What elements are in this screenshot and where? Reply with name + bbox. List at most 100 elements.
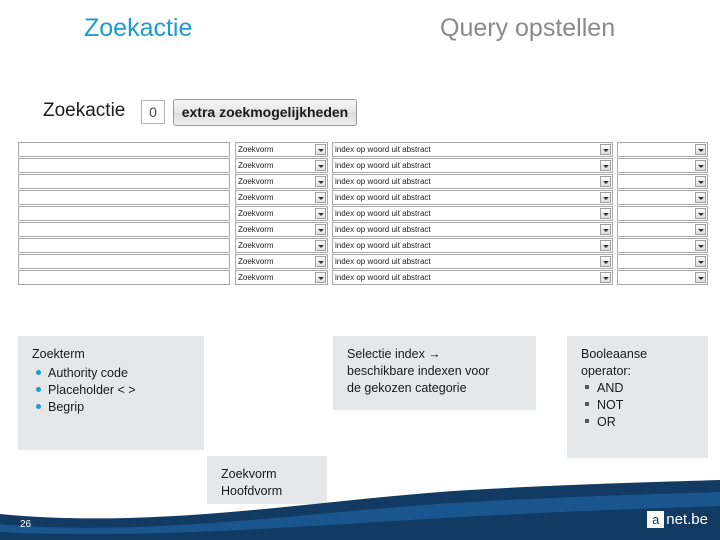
keyword-input[interactable]: [18, 206, 230, 221]
index-select[interactable]: index op woord uit abstract: [332, 222, 613, 237]
search-form-select[interactable]: Zoekvorm: [235, 238, 328, 253]
index-select[interactable]: index op woord uit abstract: [332, 142, 613, 157]
annotation-zoekterm: Zoekterm Authority code Placeholder < > …: [18, 336, 204, 450]
table-row: Zoekvorm index op woord uit abstract: [18, 270, 708, 286]
brand-letter-icon: a: [647, 511, 665, 528]
chevron-down-icon[interactable]: [695, 272, 706, 283]
chevron-down-icon[interactable]: [695, 144, 706, 155]
chevron-down-icon[interactable]: [315, 240, 326, 251]
list-item-label: Authority code: [48, 366, 128, 380]
chevron-down-icon[interactable]: [315, 208, 326, 219]
search-form-select[interactable]: Zoekvorm: [235, 174, 328, 189]
chevron-down-icon[interactable]: [600, 224, 611, 235]
slide-number: 26: [20, 519, 32, 530]
footer-wave-graphic: [0, 480, 720, 540]
page-title-right: Query opstellen: [440, 14, 616, 42]
search-form-select[interactable]: Zoekvorm: [235, 270, 328, 285]
bullet-icon: [36, 370, 41, 375]
chevron-down-icon[interactable]: [315, 176, 326, 187]
chevron-down-icon[interactable]: [695, 176, 706, 187]
list-item-label: AND: [597, 381, 624, 395]
boolean-operator-select[interactable]: [617, 254, 708, 269]
list-item: AND: [585, 380, 696, 397]
chevron-down-icon[interactable]: [695, 160, 706, 171]
search-form-select[interactable]: Zoekvorm: [235, 158, 328, 173]
table-row: Zoekvorm index op woord uit abstract: [18, 142, 708, 158]
page-title-left: Zoekactie: [84, 14, 193, 42]
chevron-down-icon[interactable]: [315, 144, 326, 155]
bullet-icon: [36, 404, 41, 409]
chevron-down-icon[interactable]: [315, 272, 326, 283]
list-item-label: Begrip: [48, 400, 85, 414]
list-item: Authority code: [36, 365, 192, 382]
annotation-boolean-line2: operator:: [581, 364, 632, 378]
chevron-down-icon[interactable]: [315, 256, 326, 267]
table-row: Zoekvorm index op woord uit abstract: [18, 158, 708, 174]
index-select[interactable]: index op woord uit abstract: [332, 270, 613, 285]
boolean-operator-select[interactable]: [617, 142, 708, 157]
keyword-input[interactable]: [18, 238, 230, 253]
table-row: Zoekvorm index op woord uit abstract: [18, 254, 708, 270]
table-row: Zoekvorm index op woord uit abstract: [18, 238, 708, 254]
annotation-selectie-line2: beschikbare indexen voor: [347, 364, 490, 378]
brand-logo: a net.be: [647, 511, 708, 528]
search-count-field[interactable]: 0: [141, 100, 165, 124]
list-item-label: NOT: [597, 398, 624, 412]
search-form-select[interactable]: Zoekvorm: [235, 142, 328, 157]
boolean-operator-select[interactable]: [617, 238, 708, 253]
keyword-input[interactable]: [18, 158, 230, 173]
chevron-down-icon[interactable]: [600, 272, 611, 283]
index-select[interactable]: index op woord uit abstract: [332, 206, 613, 221]
bullet-icon: [585, 402, 589, 406]
index-select[interactable]: index op woord uit abstract: [332, 190, 613, 205]
chevron-down-icon[interactable]: [600, 192, 611, 203]
keyword-input[interactable]: [18, 142, 230, 157]
keyword-input[interactable]: [18, 174, 230, 189]
boolean-operator-select[interactable]: [617, 174, 708, 189]
chevron-down-icon[interactable]: [600, 240, 611, 251]
keyword-input[interactable]: [18, 270, 230, 285]
search-form-select[interactable]: Zoekvorm: [235, 190, 328, 205]
chevron-down-icon[interactable]: [695, 192, 706, 203]
keyword-input[interactable]: [18, 254, 230, 269]
list-item-label: Placeholder < >: [48, 383, 136, 397]
boolean-operator-select[interactable]: [617, 158, 708, 173]
annotation-selectie-line3: de gekozen categorie: [347, 381, 467, 395]
chevron-down-icon[interactable]: [600, 208, 611, 219]
chevron-down-icon[interactable]: [695, 224, 706, 235]
search-form-select[interactable]: Zoekvorm: [235, 254, 328, 269]
chevron-down-icon[interactable]: [315, 160, 326, 171]
query-builder-screenshot: Zoekactie 0 extra zoekmogelijkheden Zoek…: [18, 92, 708, 317]
chevron-down-icon[interactable]: [315, 192, 326, 203]
extra-search-options-button[interactable]: extra zoekmogelijkheden: [173, 99, 357, 126]
slide-footer: 26 a net.be: [0, 480, 720, 540]
keyword-input[interactable]: [18, 222, 230, 237]
slide-header: Zoekactie Query opstellen: [0, 0, 720, 66]
query-rows: Zoekvorm index op woord uit abstract Zoe…: [18, 142, 708, 286]
annotation-zoekterm-heading: Zoekterm: [32, 347, 85, 361]
table-row: Zoekvorm index op woord uit abstract: [18, 206, 708, 222]
boolean-operator-select[interactable]: [617, 270, 708, 285]
index-select[interactable]: index op woord uit abstract: [332, 238, 613, 253]
chevron-down-icon[interactable]: [695, 240, 706, 251]
chevron-down-icon[interactable]: [695, 208, 706, 219]
chevron-down-icon[interactable]: [600, 160, 611, 171]
search-form-select[interactable]: Zoekvorm: [235, 206, 328, 221]
index-select[interactable]: index op woord uit abstract: [332, 174, 613, 189]
annotation-zoekterm-list: Authority code Placeholder < > Begrip: [32, 365, 192, 416]
index-select[interactable]: index op woord uit abstract: [332, 158, 613, 173]
keyword-input[interactable]: [18, 190, 230, 205]
chevron-down-icon[interactable]: [600, 176, 611, 187]
screenshot-panel-title: Zoekactie: [43, 100, 126, 121]
chevron-down-icon[interactable]: [600, 144, 611, 155]
boolean-operator-select[interactable]: [617, 206, 708, 221]
table-row: Zoekvorm index op woord uit abstract: [18, 174, 708, 190]
chevron-down-icon[interactable]: [695, 256, 706, 267]
chevron-down-icon[interactable]: [315, 224, 326, 235]
index-select[interactable]: index op woord uit abstract: [332, 254, 613, 269]
chevron-down-icon[interactable]: [600, 256, 611, 267]
boolean-operator-select[interactable]: [617, 190, 708, 205]
search-form-select[interactable]: Zoekvorm: [235, 222, 328, 237]
boolean-operator-select[interactable]: [617, 222, 708, 237]
list-item: Placeholder < >: [36, 382, 192, 399]
